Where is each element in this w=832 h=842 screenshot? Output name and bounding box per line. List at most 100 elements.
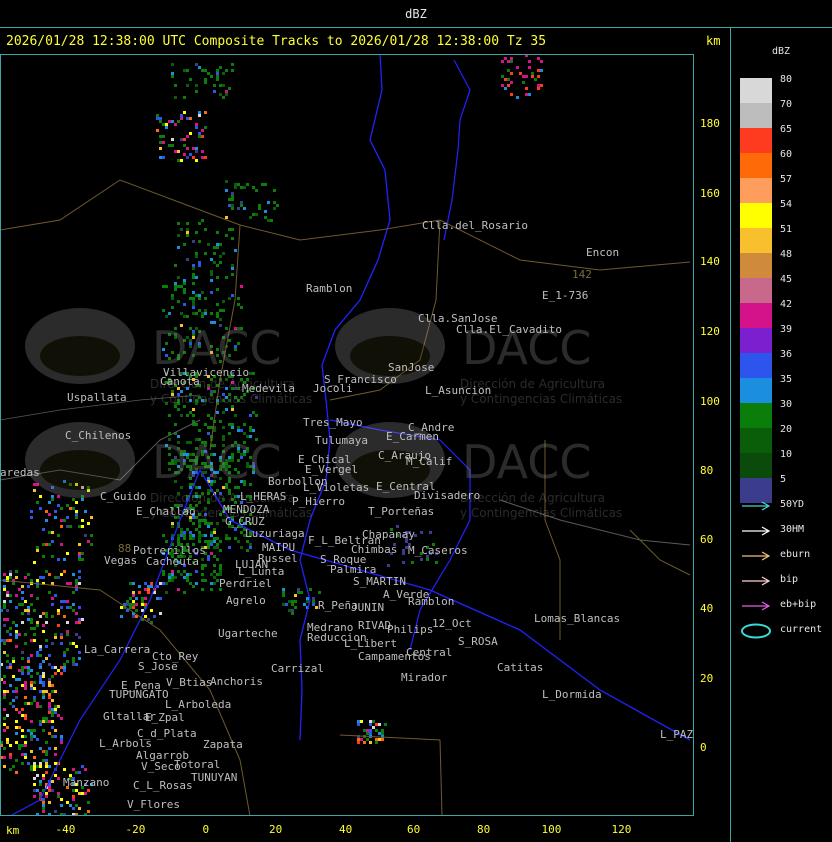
echo-pixel bbox=[15, 771, 18, 774]
echo-pixel bbox=[210, 540, 213, 543]
echo-pixel bbox=[15, 633, 18, 636]
echo-pixel bbox=[30, 750, 33, 753]
echo-pixel bbox=[33, 609, 36, 612]
echo-pixel bbox=[78, 771, 81, 774]
echo-pixel bbox=[27, 612, 30, 615]
echo-pixel bbox=[228, 87, 231, 90]
echo-pixel bbox=[48, 705, 51, 708]
place-label: P_Hierro bbox=[292, 495, 345, 508]
echo-pixel bbox=[183, 591, 186, 594]
echo-pixel bbox=[45, 765, 48, 768]
echo-pixel bbox=[276, 204, 279, 207]
echo-pixel bbox=[522, 81, 525, 84]
echo-pixel bbox=[237, 303, 240, 306]
echo-pixel bbox=[198, 66, 201, 69]
echo-pixel bbox=[240, 186, 243, 189]
echo-pixel bbox=[192, 306, 195, 309]
echo-pixel bbox=[216, 72, 219, 75]
echo-pixel bbox=[540, 84, 543, 87]
echo-pixel bbox=[33, 735, 36, 738]
echo-pixel bbox=[237, 540, 240, 543]
echo-pixel bbox=[24, 609, 27, 612]
place-label: Mirador bbox=[401, 671, 448, 684]
echo-pixel bbox=[69, 525, 72, 528]
echo-pixel bbox=[249, 426, 252, 429]
echo-pixel bbox=[51, 789, 54, 792]
echo-pixel bbox=[195, 312, 198, 315]
echo-pixel bbox=[195, 63, 198, 66]
echo-pixel bbox=[210, 543, 213, 546]
echo-pixel bbox=[528, 60, 531, 63]
legend-label-48: 48 bbox=[780, 249, 793, 260]
echo-pixel bbox=[48, 684, 51, 687]
echo-pixel bbox=[231, 69, 234, 72]
echo-pixel bbox=[45, 753, 48, 756]
echo-pixel bbox=[48, 543, 51, 546]
echo-pixel bbox=[9, 753, 12, 756]
echo-pixel bbox=[216, 69, 219, 72]
echo-pixel bbox=[504, 78, 507, 81]
echo-pixel bbox=[195, 90, 198, 93]
echo-pixel bbox=[21, 729, 24, 732]
echo-pixel bbox=[165, 285, 168, 288]
echo-pixel bbox=[24, 714, 27, 717]
echo-pixel bbox=[78, 618, 81, 621]
echo-pixel bbox=[150, 582, 153, 585]
echo-pixel bbox=[165, 315, 168, 318]
echo-pixel bbox=[24, 702, 27, 705]
echo-pixel bbox=[75, 516, 78, 519]
echo-pixel bbox=[48, 678, 51, 681]
echo-pixel bbox=[210, 522, 213, 525]
legend-color-30 bbox=[740, 403, 772, 428]
echo-pixel bbox=[213, 252, 216, 255]
legend-color-39 bbox=[740, 328, 772, 353]
echo-pixel bbox=[54, 774, 57, 777]
echo-pixel bbox=[162, 309, 165, 312]
track-arrow-icon bbox=[742, 576, 771, 586]
echo-pixel bbox=[366, 729, 369, 732]
echo-pixel bbox=[27, 702, 30, 705]
place-label: L_Libert bbox=[344, 637, 397, 650]
place-label: C_L_Rosas bbox=[133, 779, 193, 792]
echo-pixel bbox=[90, 543, 93, 546]
echo-pixel bbox=[78, 621, 81, 624]
echo-pixel bbox=[225, 534, 228, 537]
legend-color-35 bbox=[740, 378, 772, 403]
echo-pixel bbox=[201, 156, 204, 159]
echo-pixel bbox=[234, 183, 237, 186]
echo-pixel bbox=[42, 720, 45, 723]
echo-pixel bbox=[186, 222, 189, 225]
echo-pixel bbox=[120, 606, 123, 609]
dacc-logo-text: DACC bbox=[152, 435, 282, 489]
echo-pixel bbox=[198, 114, 201, 117]
echo-pixel bbox=[66, 621, 69, 624]
echo-pixel bbox=[45, 741, 48, 744]
radar-map[interactable]: DACC Dirección de Agriculturay Contingenc… bbox=[0, 54, 694, 816]
echo-pixel bbox=[6, 666, 9, 669]
echo-pixel bbox=[21, 603, 24, 606]
echo-pixel bbox=[6, 741, 9, 744]
echo-pixel bbox=[69, 606, 72, 609]
echo-pixel bbox=[48, 501, 51, 504]
echo-pixel bbox=[195, 126, 198, 129]
echo-pixel bbox=[45, 771, 48, 774]
echo-pixel bbox=[375, 729, 378, 732]
echo-pixel bbox=[273, 189, 276, 192]
echo-pixel bbox=[6, 630, 9, 633]
echo-pixel bbox=[177, 540, 180, 543]
echo-pixel bbox=[6, 639, 9, 642]
place-label: Ugarteche bbox=[218, 627, 278, 640]
legend-color-42 bbox=[740, 303, 772, 328]
echo-pixel bbox=[177, 408, 180, 411]
echo-pixel bbox=[204, 534, 207, 537]
echo-pixel bbox=[42, 624, 45, 627]
echo-pixel bbox=[72, 657, 75, 660]
echo-pixel bbox=[63, 558, 66, 561]
echo-pixel bbox=[24, 633, 27, 636]
echo-pixel bbox=[213, 546, 216, 549]
echo-pixel bbox=[375, 723, 378, 726]
echo-pixel bbox=[6, 714, 9, 717]
y-tick-label: 140 bbox=[700, 255, 720, 268]
echo-pixel bbox=[180, 528, 183, 531]
echo-pixel bbox=[57, 624, 60, 627]
